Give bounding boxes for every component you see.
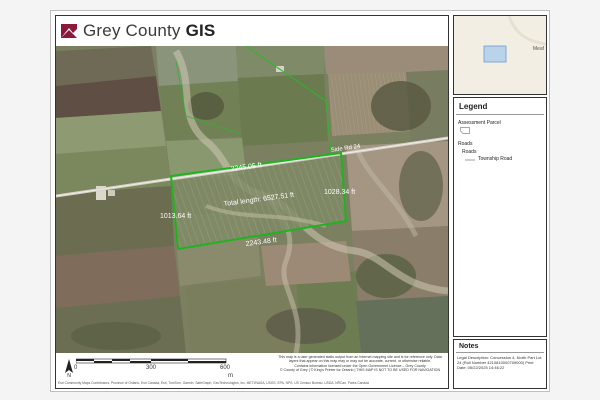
svg-text:N: N <box>67 373 71 377</box>
map-credits: Esri Community Maps Contributors, Provin… <box>58 381 369 385</box>
legend-title: Legend <box>456 98 544 115</box>
header: Grey County GIS <box>56 16 448 46</box>
legend-assessment-parcel-label: Assessment Parcel <box>458 120 501 126</box>
measurement-left: 1013.64 ft <box>160 213 191 220</box>
legend-roads-group: Roads <box>458 141 473 147</box>
notes-panel: Notes Legal Description: Concession 4, N… <box>453 339 547 389</box>
map-page: Grey County GIS Side Rd 24 2245.05 ft 10… <box>50 10 550 392</box>
disclaimer: This map is a user generated static outp… <box>276 355 444 373</box>
legend-roads-sub: Roads <box>462 149 477 155</box>
legend-township-road: Township Road <box>478 156 513 162</box>
aerial-map[interactable]: Side Rd 24 2245.05 ft 1028.34 ft 1013.64… <box>56 46 448 353</box>
parcel-swatch-icon <box>460 127 470 134</box>
scalebar-area: N 0 300 600 m This map is a user generat… <box>56 353 448 388</box>
scale-tick-1: 300 <box>146 365 157 371</box>
township-road-swatch-icon <box>465 159 475 161</box>
disclaimer-line: © County of Grey | © King's Printer for … <box>279 368 441 373</box>
measurement-right: 1028.34 ft <box>324 189 355 196</box>
notes-text: Legal Description: Concession 4, North P… <box>457 355 542 370</box>
scale-tick-0: 0 <box>74 365 78 371</box>
scale-unit: m <box>228 373 233 379</box>
map-frame: Grey County GIS Side Rd 24 2245.05 ft 10… <box>55 15 449 389</box>
north-arrow-icon: N <box>65 359 73 377</box>
brand-title: Grey County GIS <box>83 21 216 40</box>
inset-extent <box>483 45 507 63</box>
logo-icon <box>61 24 77 38</box>
legend: Legend Assessment Parcel Roads Roads Tow… <box>453 97 547 337</box>
notes-title: Notes <box>456 340 544 353</box>
inset-place-label: Meaf <box>532 46 544 52</box>
scale-tick-2: 600 <box>220 365 231 371</box>
overview-inset-map[interactable]: Meaf <box>453 15 547 95</box>
